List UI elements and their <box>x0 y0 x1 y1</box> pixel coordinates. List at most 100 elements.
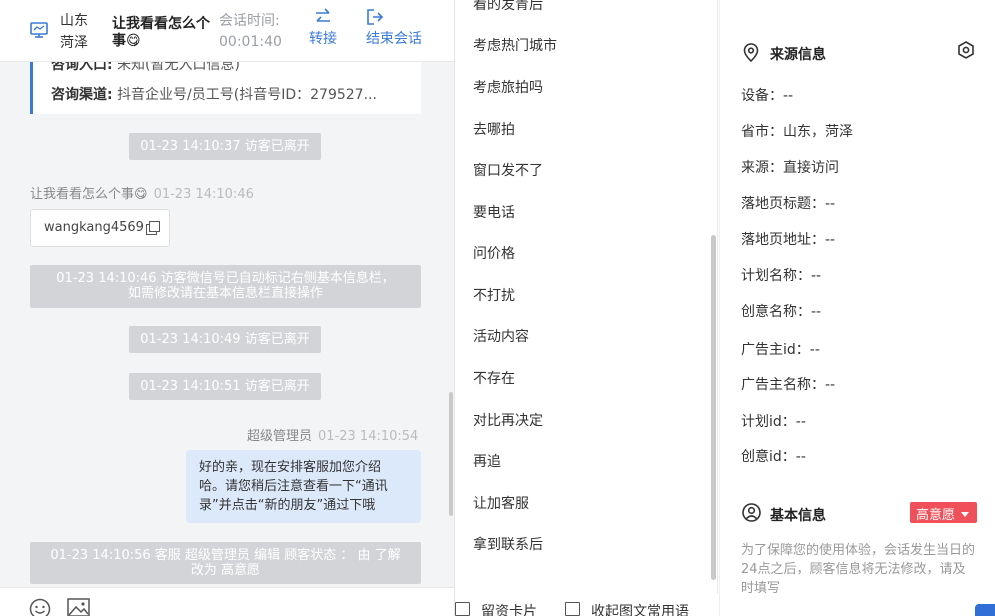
system-message-line: 改为 高意愿 <box>190 563 261 578</box>
field-value: 山东，菏泽 <box>783 124 853 140</box>
system-message-line: 01-23 14:10:56 客服 超级管理员 编辑 顾客状态 ： 由 了解 <box>50 548 401 563</box>
quick-reply-item[interactable]: 考虑热门城市 <box>473 35 557 55</box>
collapse-phrases-button[interactable]: 收起图文常用语 <box>591 601 689 616</box>
visitor-location: 山东 菏泽 <box>60 10 100 54</box>
end-session-label: 结束会话 <box>366 31 422 47</box>
visitor-message-time: 01-23 14:10:46 <box>153 187 254 202</box>
source-field-device: 设备：-- <box>741 85 793 105</box>
wechat-id-message: wangkang4569 <box>30 209 170 247</box>
system-message: 01-23 14:10:49 访客已离开 <box>129 326 321 353</box>
intent-status-dropdown[interactable]: 高意愿 <box>910 502 977 523</box>
source-field-landing-title: 落地页标题：-- <box>741 193 835 213</box>
agent-message-line: 好的亲，现在安排客服加您介绍 <box>199 460 382 475</box>
system-message-status-change: 01-23 14:10:56 客服 超级管理员 编辑 顾客状态 ： 由 了解 改… <box>30 542 421 584</box>
quick-reply-item[interactable]: 考虑旅拍吗 <box>473 77 543 97</box>
source-field-landing-url: 落地页地址：-- <box>741 229 835 249</box>
quick-reply-item[interactable]: 对比再决定 <box>473 410 543 430</box>
agent-sender-name: 超级管理员 <box>247 429 313 444</box>
phrases-icon <box>565 602 580 616</box>
field-label: 创意id： <box>741 449 796 465</box>
exit-icon <box>367 9 384 25</box>
source-field-advertiser-name: 广告主名称：-- <box>741 374 835 394</box>
agent-message-line: 哈。请您稍后注意查看一下“通讯 <box>199 479 388 494</box>
visitor-sender: 让我看看怎么个事😋 01-23 14:10:46 <box>30 183 254 202</box>
agent-message-time: 01-23 14:10:54 <box>318 429 419 444</box>
quick-reply-item[interactable]: 要电话 <box>473 202 515 222</box>
field-label: 广告主id： <box>741 342 810 358</box>
quick-reply-item[interactable]: 拿到联系后 <box>473 534 543 554</box>
field-label: 落地页标题： <box>741 196 825 212</box>
visitor-name: 让我看看怎么个事😋 <box>112 16 210 49</box>
quick-reply-item[interactable]: 窗口发不了 <box>473 160 543 180</box>
session-time: 00:01:40 <box>219 34 282 50</box>
source-field-plan-id: 计划id：-- <box>741 411 806 431</box>
consult-channel-label: 咨询渠道: <box>51 87 113 103</box>
field-label: 计划名称： <box>741 268 811 284</box>
quick-reply-item[interactable]: 看的发青后 <box>473 0 543 14</box>
wechat-id-value: wangkang4569 <box>44 220 144 235</box>
settings-icon[interactable] <box>957 41 975 59</box>
field-value: -- <box>795 414 806 430</box>
chat-input-toolbar <box>0 587 454 616</box>
image-icon[interactable] <box>67 598 90 616</box>
field-value: -- <box>825 196 836 212</box>
location-pin-icon <box>743 43 759 62</box>
chat-workspace: 山东 菏泽 让我看看怎么个事😋 会话时间: 00:01:40 转接 结束会话 咨… <box>0 0 995 616</box>
caret-down-icon <box>961 512 970 517</box>
card-icon <box>455 602 470 616</box>
quick-reply-panel: 看的发青后 考虑热门城市 考虑旅拍吗 去哪拍 窗口发不了 要电话 问价格 不打扰… <box>455 0 718 616</box>
system-message-line: 如需修改请在基本信息栏直接操作 <box>127 286 323 301</box>
transfer-label: 转接 <box>309 31 337 47</box>
field-value: -- <box>811 304 822 320</box>
visitor-sender-name: 让我看看怎么个事😋 <box>30 187 148 202</box>
source-field-province-city: 省市：山东，菏泽 <box>741 121 853 141</box>
field-value: 直接访问 <box>783 160 839 176</box>
system-message: 01-23 14:10:37 访客已离开 <box>129 133 321 160</box>
user-icon <box>742 503 761 522</box>
quick-reply-item[interactable]: 再追 <box>473 451 501 471</box>
transfer-icon <box>316 8 330 22</box>
field-label: 设备： <box>741 88 783 104</box>
source-field-plan-name: 计划名称：-- <box>741 265 821 285</box>
system-message: 01-23 14:10:51 访客已离开 <box>129 373 321 400</box>
quick-reply-item[interactable]: 让加客服 <box>473 493 529 513</box>
source-field-creative-name: 创意名称：-- <box>741 301 821 321</box>
field-value: -- <box>783 88 794 104</box>
field-label: 计划id： <box>741 414 796 430</box>
session-time-label: 会话时间: <box>219 13 280 29</box>
chat-panel: 山东 菏泽 让我看看怎么个事😋 会话时间: 00:01:40 转接 结束会话 咨… <box>0 0 455 616</box>
system-message-line: 01-23 14:10:46 访客微信号已自动标记右侧基本信息栏， <box>56 271 395 286</box>
chat-widget-icon[interactable] <box>975 604 995 616</box>
chat-scrollbar[interactable] <box>449 392 453 516</box>
quick-reply-scrollbar[interactable] <box>711 235 716 580</box>
quick-reply-item[interactable]: 不存在 <box>473 368 515 388</box>
field-value: -- <box>825 377 836 393</box>
quick-reply-item[interactable]: 问价格 <box>473 243 515 263</box>
end-session-button[interactable]: 结束会话 <box>366 8 422 48</box>
agent-sender: 超级管理员 01-23 14:10:54 <box>247 425 418 444</box>
quick-reply-item[interactable]: 不打扰 <box>473 285 515 305</box>
agent-message-line: 录”并点击“新的朋友”通过下哦 <box>199 498 376 513</box>
copy-icon[interactable] <box>149 221 161 232</box>
field-label: 落地页地址： <box>741 232 825 248</box>
emoji-icon[interactable] <box>29 598 51 616</box>
field-value: -- <box>795 449 806 465</box>
source-field-creative-id: 创意id：-- <box>741 446 806 466</box>
quick-reply-item[interactable]: 活动内容 <box>473 326 529 346</box>
lead-card-button[interactable]: 留资卡片 <box>481 601 537 616</box>
monitor-icon <box>30 22 48 38</box>
field-label: 省市： <box>741 124 783 140</box>
source-field-source: 来源：直接访问 <box>741 157 839 177</box>
consult-channel-value: 抖音企业号/员工号(抖音号ID：279527... <box>117 87 377 103</box>
source-field-advertiser-id: 广告主id：-- <box>741 339 820 359</box>
visitor-city: 菏泽 <box>60 35 88 51</box>
transfer-button[interactable]: 转接 <box>309 8 337 48</box>
field-label: 来源： <box>741 160 783 176</box>
basic-info-title: 基本信息 <box>770 508 826 524</box>
quick-reply-item[interactable]: 去哪拍 <box>473 119 515 139</box>
field-value: -- <box>809 342 820 358</box>
field-value: -- <box>811 268 822 284</box>
agent-message-bubble: 好的亲，现在安排客服加您介绍 哈。请您稍后注意查看一下“通讯 录”并点击“新的朋… <box>186 450 421 523</box>
visitor-info-panel: 来源信息 设备：-- 省市：山东，菏泽 来源：直接访问 落地页标题：-- 落地页… <box>719 0 995 616</box>
basic-info-notice: 为了保障您的使用体验，会话发生当日的24点之后，顾客信息将无法修改，请及时填写 <box>741 543 976 596</box>
